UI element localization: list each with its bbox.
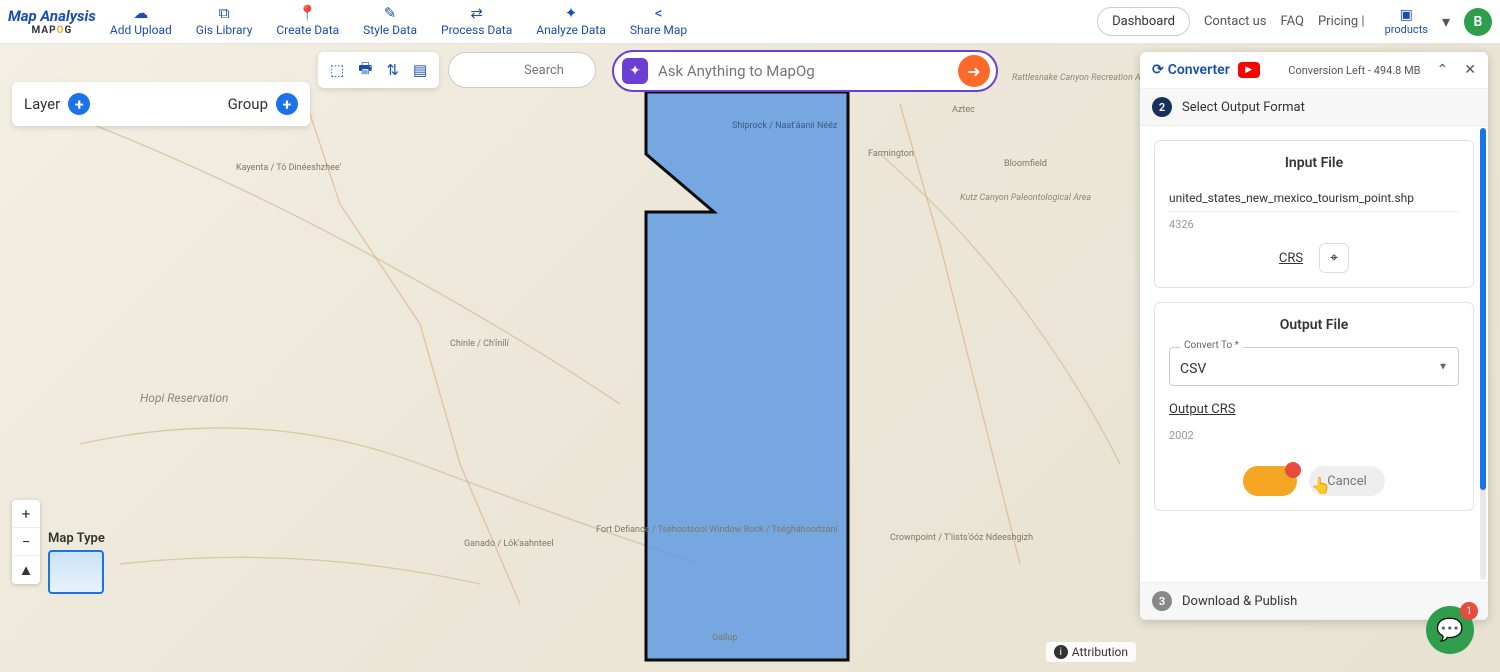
- converter-actions: Cancel 👆: [1169, 466, 1459, 496]
- input-filename: united_states_new_mexico_tourism_point.s…: [1169, 185, 1459, 212]
- converter-scrollbar[interactable]: [1480, 128, 1486, 580]
- chat-icon: 💬: [1436, 618, 1463, 643]
- scrollbar-thumb[interactable]: [1480, 128, 1486, 490]
- step-title: Download & Publish: [1182, 594, 1297, 609]
- output-file-heading: Output File: [1169, 317, 1459, 333]
- crs-target-icon[interactable]: ⌖: [1319, 243, 1349, 273]
- top-navigation: Map Analysis MAPOG ☁Add Upload ⧉Gis Libr…: [0, 0, 1500, 44]
- pin-icon: 📍: [298, 6, 317, 21]
- mini-toolbar: ⬚ 🖶 ⇅ ▤: [318, 52, 439, 88]
- chat-badge: 1: [1460, 602, 1478, 620]
- brand-logo[interactable]: Map Analysis MAPOG: [8, 7, 96, 36]
- nav-faq[interactable]: FAQ: [1281, 14, 1304, 29]
- layer-group-panel: Layer + Group +: [12, 82, 310, 126]
- output-crs-link[interactable]: Output CRS: [1169, 402, 1236, 417]
- group-control: Group +: [228, 93, 298, 115]
- nav-add-upload[interactable]: ☁Add Upload: [110, 6, 172, 37]
- map-type-thumbnail[interactable]: [48, 550, 104, 594]
- conversion-left-label: Conversion Left - 494.8 MB: [1288, 64, 1420, 77]
- nav-items: ☁Add Upload ⧉Gis Library 📍Create Data ✎S…: [110, 6, 687, 37]
- map-type-label: Map Type: [48, 531, 105, 546]
- input-crs-value: 4326: [1169, 212, 1459, 243]
- ask-submit-button[interactable]: ➜: [958, 55, 990, 87]
- search-box[interactable]: 🔍: [448, 52, 596, 88]
- chevron-down-icon: ▼: [1438, 361, 1448, 372]
- input-file-heading: Input File: [1169, 155, 1459, 171]
- converter-title: ⟳Converter: [1152, 62, 1230, 78]
- attribution-button[interactable]: i Attribution: [1046, 642, 1136, 662]
- info-icon: i: [1054, 645, 1068, 659]
- refresh-icon: ⟳: [1152, 62, 1164, 78]
- nav-contact-us[interactable]: Contact us: [1204, 14, 1267, 29]
- sort-icon[interactable]: ⇅: [386, 61, 399, 79]
- convert-to-value: CSV: [1180, 361, 1206, 377]
- library-icon: ⧉: [219, 6, 230, 21]
- crs-link[interactable]: CRS: [1279, 251, 1303, 266]
- nav-right: Dashboard Contact us FAQ Pricing | ▣ pro…: [1097, 7, 1492, 36]
- brand-title: Map Analysis: [8, 7, 96, 25]
- search-input[interactable]: [461, 63, 627, 78]
- output-file-card: Output File Convert To * CSV ▼ Output CR…: [1154, 302, 1474, 511]
- close-icon[interactable]: ✕: [1464, 62, 1476, 78]
- avatar[interactable]: B: [1464, 8, 1492, 36]
- converter-header: ⟳Converter ▶ Conversion Left - 494.8 MB …: [1140, 52, 1488, 89]
- products-menu[interactable]: ▣ products: [1385, 7, 1428, 36]
- north-arrow-button[interactable]: ▲: [12, 556, 40, 584]
- step-number-badge: 3: [1152, 591, 1172, 611]
- convert-button[interactable]: [1243, 466, 1297, 496]
- group-label: Group: [228, 95, 268, 113]
- convert-to-select[interactable]: Convert To * CSV ▼: [1169, 347, 1459, 386]
- step-title: Select Output Format: [1182, 100, 1305, 115]
- layer-label: Layer: [24, 95, 60, 113]
- selected-region-polygon: [646, 92, 848, 660]
- map-type-control: Map Type: [48, 531, 105, 594]
- add-group-button[interactable]: +: [276, 93, 298, 115]
- nav-analyze-data[interactable]: ✦Analyze Data: [536, 6, 606, 37]
- share-icon: <: [655, 6, 663, 21]
- nav-create-data[interactable]: 📍Create Data: [276, 6, 339, 37]
- youtube-icon[interactable]: ▶: [1238, 62, 1260, 78]
- nav-gis-library[interactable]: ⧉Gis Library: [196, 6, 253, 37]
- nav-pricing[interactable]: Pricing |: [1318, 14, 1365, 29]
- convert-to-label: Convert To *: [1180, 340, 1243, 351]
- sparkle-icon: ✦: [622, 58, 648, 84]
- nav-share-map[interactable]: <Share Map: [630, 6, 687, 37]
- layer-control: Layer +: [24, 93, 90, 115]
- chat-fab[interactable]: 💬 1: [1426, 606, 1474, 654]
- process-icon: ⇄: [470, 6, 483, 21]
- ask-bar[interactable]: ✦ ➜: [612, 50, 998, 92]
- zoom-in-button[interactable]: +: [12, 500, 40, 528]
- input-file-card: Input File united_states_new_mexico_tour…: [1154, 140, 1474, 288]
- list-icon[interactable]: ▤: [413, 61, 427, 79]
- zoom-out-button[interactable]: −: [12, 528, 40, 556]
- zoom-control: + − ▲: [12, 500, 40, 584]
- chevron-down-icon[interactable]: ▾: [1442, 12, 1450, 31]
- converter-panel: ⟳Converter ▶ Conversion Left - 494.8 MB …: [1140, 52, 1488, 620]
- ask-input[interactable]: [658, 62, 948, 80]
- nav-process-data[interactable]: ⇄Process Data: [441, 6, 512, 37]
- cube-icon: ▣: [1400, 7, 1413, 23]
- convert-loading-icon: [1285, 462, 1301, 478]
- collapse-icon[interactable]: ⌃: [1437, 62, 1449, 78]
- step-number-badge: 2: [1152, 97, 1172, 117]
- print-icon[interactable]: 🖶: [358, 58, 372, 83]
- output-crs-value: 2002: [1169, 423, 1459, 454]
- style-icon: ✎: [384, 6, 397, 21]
- cancel-button[interactable]: Cancel: [1309, 466, 1385, 496]
- add-layer-button[interactable]: +: [68, 93, 90, 115]
- select-tool-icon[interactable]: ⬚: [330, 61, 344, 79]
- converter-body: Input File united_states_new_mexico_tour…: [1140, 126, 1488, 582]
- converter-step-2[interactable]: 2 Select Output Format: [1140, 89, 1488, 126]
- nav-style-data[interactable]: ✎Style Data: [363, 6, 417, 37]
- dashboard-button[interactable]: Dashboard: [1097, 7, 1190, 36]
- brand-subtitle: MAPOG: [32, 25, 73, 36]
- cloud-upload-icon: ☁: [133, 6, 148, 21]
- analyze-icon: ✦: [565, 6, 578, 21]
